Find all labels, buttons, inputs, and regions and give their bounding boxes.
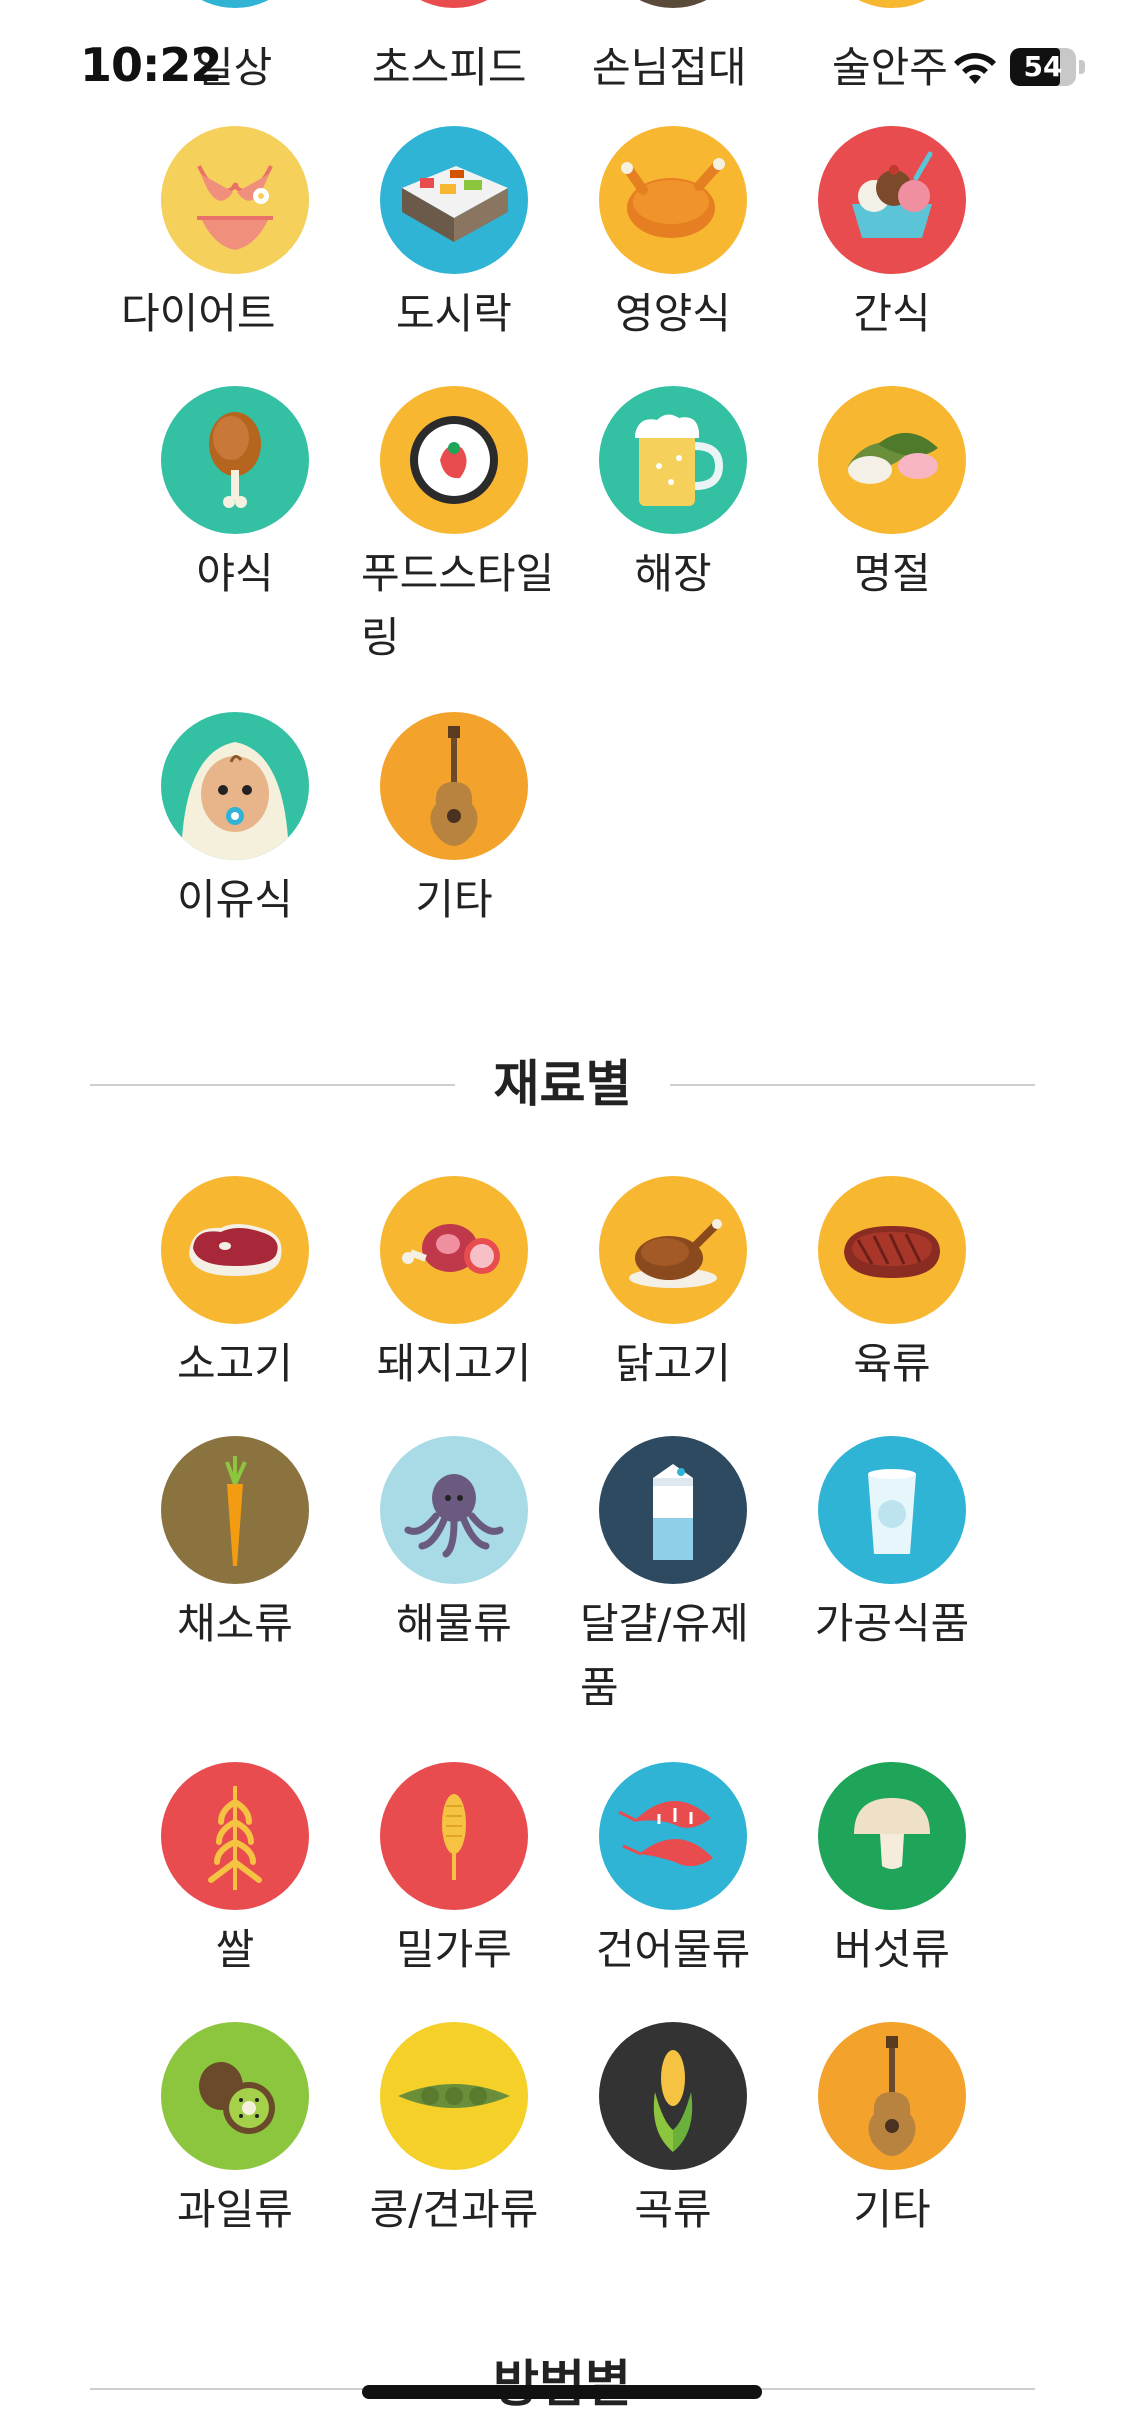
carrot-icon [161, 1436, 309, 1584]
category-label: 과일류 [177, 2185, 293, 2234]
category-label: 기타 [853, 2185, 931, 2234]
pea-pod-icon [380, 2022, 528, 2170]
category-label: 간식 [853, 289, 931, 338]
category-pork[interactable]: 돼지고기 [345, 1176, 563, 1396]
chicken-icon [599, 1176, 747, 1324]
plate-icon [380, 386, 528, 534]
category-label: 곡류 [634, 2185, 712, 2234]
category-diet[interactable]: 다이어트 [121, 126, 344, 346]
category-other-ingredient[interactable]: 기타 [783, 2022, 1001, 2242]
category-mushroom[interactable]: 버섯류 [783, 1762, 1001, 1982]
home-indicator[interactable] [362, 2385, 762, 2399]
shrimp-icon [599, 1762, 747, 1910]
category-other-situation[interactable]: 기타 [345, 712, 563, 932]
category-label: 해물류 [396, 1599, 512, 1648]
category-label: 명절 [853, 549, 931, 598]
category-label: 채소류 [177, 1599, 293, 1648]
section-title: 재료별 [493, 1055, 632, 1113]
category-label: 영양식 [615, 289, 731, 338]
category-flour[interactable]: 밀가루 [345, 1762, 563, 1982]
wifi-icon [954, 53, 996, 84]
steak-icon [818, 1176, 966, 1324]
category-label: 푸드스타일링 [361, 549, 555, 662]
battery-icon: 54 [1010, 48, 1086, 86]
category-beans-nuts[interactable]: 콩/견과류 [345, 2022, 563, 2242]
baby-icon [161, 712, 309, 860]
guitar-icon [818, 2022, 966, 2170]
category-scroll-view[interactable]: 10:22 54 일상 초스피드 손님접대 술안주 다이어트 도시락 영양식 간… [0, 0, 1125, 2436]
pork-icon [380, 1176, 528, 1324]
yogurt-icon [818, 1436, 966, 1584]
category-label: 닭고기 [615, 1339, 731, 1388]
category-label: 가공식품 [814, 1599, 970, 1648]
category-label: 이유식 [177, 875, 293, 924]
category-beef[interactable]: 소고기 [126, 1176, 344, 1396]
category-label: 다이어트 [121, 289, 276, 338]
category-snack[interactable]: 간식 [783, 126, 1001, 346]
category-label: 기타 [415, 875, 493, 924]
category-label: 해장 [634, 549, 712, 598]
category-egg-dairy[interactable]: 달걀/유제품 [564, 1436, 782, 1720]
lunchbox-icon [380, 126, 528, 274]
category-seafood[interactable]: 해물류 [345, 1436, 563, 1656]
ice-cream-icon [818, 126, 966, 274]
category-label: 야식 [196, 549, 274, 598]
octopus-icon [380, 1436, 528, 1584]
category-fruit[interactable]: 과일류 [126, 2022, 344, 2242]
category-holiday[interactable]: 명절 [783, 386, 1001, 606]
category-chicken[interactable]: 닭고기 [564, 1176, 782, 1396]
guitar-icon [380, 712, 528, 860]
category-rice[interactable]: 쌀 [126, 1762, 344, 1982]
category-baby-food[interactable]: 이유식 [126, 712, 344, 932]
category-label: 달걀/유제품 [580, 1599, 749, 1712]
category-lunchbox[interactable]: 도시락 [345, 126, 563, 346]
category-meat[interactable]: 육류 [783, 1176, 1001, 1396]
category-label: 버섯류 [834, 1925, 950, 1974]
category-label: 육류 [853, 1339, 931, 1388]
milk-icon [599, 1436, 747, 1584]
roast-chicken-icon [599, 126, 747, 274]
category-vegetables[interactable]: 채소류 [126, 1436, 344, 1656]
beer-icon [599, 386, 747, 534]
section-header-ingredients: 재료별 [90, 1054, 1035, 1114]
category-label: 밀가루 [396, 1925, 512, 1974]
kiwi-icon [161, 2022, 309, 2170]
category-label: 도시락 [396, 289, 512, 338]
corn-icon [599, 2022, 747, 2170]
category-late-snack[interactable]: 야식 [126, 386, 344, 606]
category-label: 돼지고기 [376, 1339, 532, 1388]
songpyeon-icon [818, 386, 966, 534]
category-processed-food[interactable]: 가공식품 [783, 1436, 1001, 1656]
mushroom-icon [818, 1762, 966, 1910]
status-bar: 10:22 54 [0, 0, 1125, 135]
bikini-icon [161, 126, 309, 274]
category-label: 소고기 [177, 1339, 293, 1388]
status-time: 10:22 [80, 38, 222, 92]
section-title: 방법별 [482, 2354, 642, 2414]
category-label: 콩/견과류 [369, 2185, 539, 2234]
category-food-styling[interactable]: 푸드스타일링 [345, 386, 563, 670]
category-hangover[interactable]: 해장 [564, 386, 782, 606]
battery-level: 54 [1023, 50, 1063, 83]
wheat-icon [380, 1762, 528, 1910]
category-grains[interactable]: 곡류 [564, 2022, 782, 2242]
drumstick-icon [161, 386, 309, 534]
section-header-methods: 방법별 [90, 2354, 1035, 2414]
category-label: 쌀 [215, 1925, 255, 1974]
rice-icon [161, 1762, 309, 1910]
beef-icon [161, 1176, 309, 1324]
category-dried-seafood[interactable]: 건어물류 [564, 1762, 782, 1982]
category-nutrition[interactable]: 영양식 [564, 126, 782, 346]
category-label: 건어물류 [595, 1925, 751, 1974]
